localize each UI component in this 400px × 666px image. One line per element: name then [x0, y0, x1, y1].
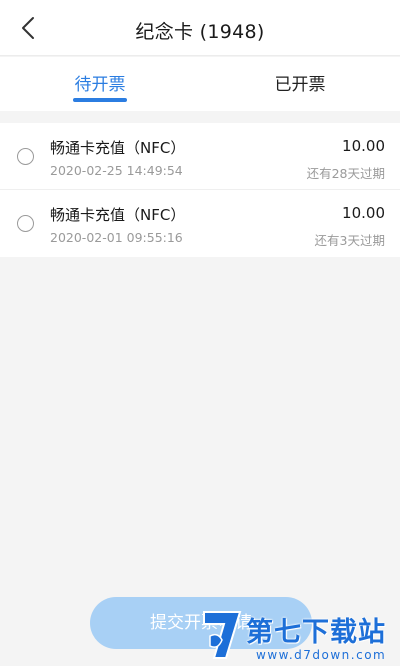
- top-bar: 纪念卡 (1948): [0, 0, 400, 56]
- select-radio[interactable]: [17, 148, 34, 165]
- record-amount: 10.00: [342, 204, 385, 222]
- record-name: 畅通卡充值（NFC）: [50, 139, 186, 157]
- record-amount: 10.00: [342, 137, 385, 155]
- record-time: 2020-02-25 14:49:54: [50, 163, 183, 178]
- page-title: 纪念卡 (1948): [135, 21, 265, 43]
- submit-invoice-button[interactable]: 提交开票申请: [90, 597, 312, 649]
- record-list: 畅通卡充值（NFC） 2020-02-25 14:49:54 10.00 还有2…: [0, 123, 400, 257]
- active-tab-indicator: [73, 98, 127, 102]
- invoice-screen: 纪念卡 (1948) 待开票 已开票 畅通卡充值（NFC） 2020-02-25…: [0, 0, 400, 666]
- list-item[interactable]: 畅通卡充值（NFC） 2020-02-01 09:55:16 10.00 还有3…: [0, 190, 400, 257]
- record-expiry: 还有3天过期: [314, 233, 385, 248]
- watermark-url: www.d7down.com: [256, 648, 387, 662]
- tab-invoiced[interactable]: 已开票: [200, 57, 400, 111]
- list-item[interactable]: 畅通卡充值（NFC） 2020-02-25 14:49:54 10.00 还有2…: [0, 123, 400, 190]
- invoice-tabs: 待开票 已开票: [0, 57, 400, 111]
- tab-label: 已开票: [274, 75, 326, 95]
- tab-label: 待开票: [74, 75, 126, 95]
- record-expiry: 还有28天过期: [306, 166, 385, 181]
- record-name: 畅通卡充值（NFC）: [50, 206, 186, 224]
- record-time: 2020-02-01 09:55:16: [50, 230, 183, 245]
- tab-pending-invoice[interactable]: 待开票: [0, 57, 200, 111]
- select-radio[interactable]: [17, 215, 34, 232]
